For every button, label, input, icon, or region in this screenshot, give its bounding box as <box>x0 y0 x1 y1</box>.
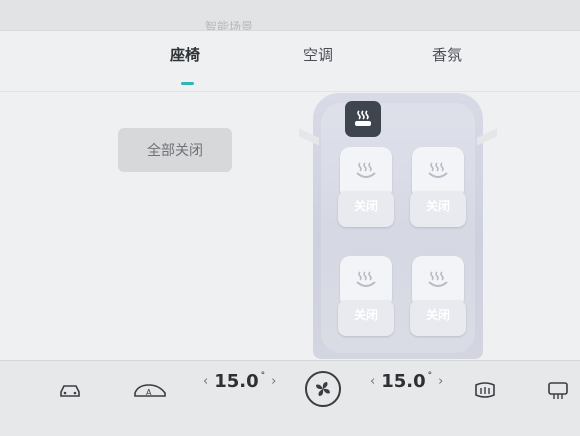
seat-heat-icon <box>428 271 448 287</box>
seat-rear-left[interactable]: 关闭 <box>338 256 394 340</box>
seat-status-label: 关闭 <box>353 308 378 322</box>
rear-defrost-icon[interactable] <box>474 381 496 401</box>
seat-heat-icon <box>356 271 376 287</box>
tab-seat[interactable]: 座椅 <box>170 44 200 65</box>
auto-mode-car-icon[interactable]: A <box>133 381 167 399</box>
car-icon[interactable] <box>58 381 82 399</box>
seat-heat-icon <box>356 162 376 178</box>
top-strip: 智能场景 <box>0 0 580 34</box>
front-defrost-icon[interactable] <box>547 381 569 401</box>
svg-text:A: A <box>146 388 152 397</box>
seat-heating-mode-icon[interactable] <box>345 101 381 137</box>
right-temp-value: 15.0 <box>381 371 426 392</box>
bottom-control-bar: A ‹ 15.0 ° › ‹ 15.0 ° › <box>0 360 580 436</box>
left-temp-increase[interactable]: › <box>271 374 276 389</box>
left-temp-decrease[interactable]: ‹ <box>203 374 208 389</box>
seat-front-left[interactable]: 关闭 <box>338 147 394 231</box>
seat-rear-right[interactable]: 关闭 <box>410 256 466 340</box>
left-temp-unit: ° <box>260 370 266 381</box>
right-temp-increase[interactable]: › <box>438 374 443 389</box>
seat-status-label: 关闭 <box>425 308 450 322</box>
seat-status-label: 关闭 <box>353 199 378 213</box>
fan-icon <box>316 382 330 396</box>
left-temperature: ‹ 15.0 ° › <box>203 370 276 393</box>
active-tab-indicator <box>181 82 194 85</box>
seat-status-label: 关闭 <box>425 199 450 213</box>
tab-divider <box>0 91 580 92</box>
seat-heat-icon <box>355 110 371 126</box>
all-off-button[interactable]: 全部关闭 <box>118 128 232 172</box>
seat-heat-icon <box>428 162 448 178</box>
seat-panel: 座椅 空调 香氛 <box>0 30 580 361</box>
tab-climate[interactable]: 空调 <box>303 44 333 65</box>
fan-button[interactable] <box>305 371 341 407</box>
seat-front-right[interactable]: 关闭 <box>410 147 466 231</box>
tab-fragrance[interactable]: 香氛 <box>432 44 462 65</box>
left-temp-value: 15.0 <box>214 371 259 392</box>
right-temp-unit: ° <box>427 370 433 381</box>
right-temperature: ‹ 15.0 ° › <box>370 370 443 393</box>
right-temp-decrease[interactable]: ‹ <box>370 374 375 389</box>
